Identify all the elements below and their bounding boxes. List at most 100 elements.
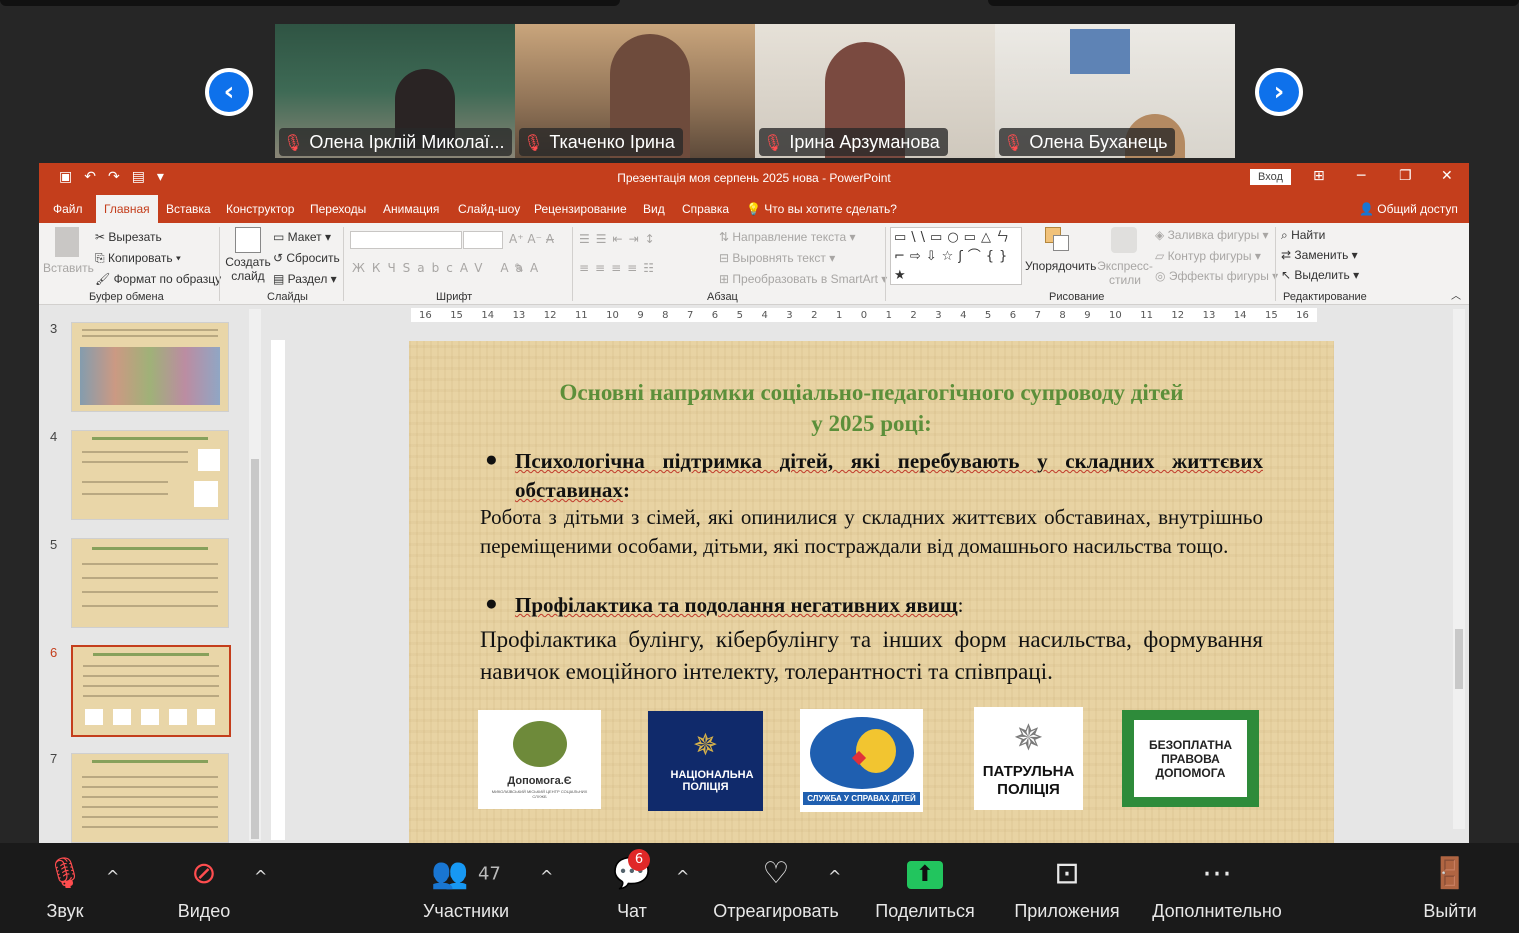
slide-thumbnail[interactable]	[71, 322, 229, 412]
select-label: Выделить	[1294, 268, 1350, 282]
thumb-text	[82, 816, 218, 818]
ruler-tick-label: 8	[662, 309, 669, 321]
replace-button[interactable]: ⇄ Заменить ▾	[1281, 248, 1358, 262]
prev-page-button[interactable]: ‹	[205, 68, 253, 116]
apps-button[interactable]: ⊡ Приложения	[1008, 853, 1126, 922]
slide-thumbnails-pane: 3 4 5 6 7	[39, 305, 263, 843]
slide-canvas[interactable]: Основні напрямки соціально-педагогічного…	[409, 341, 1334, 843]
video-options-caret[interactable]: ^	[254, 867, 267, 886]
video-tile[interactable]: 🎙 Ткаченко Ірина	[515, 24, 755, 158]
smartart-label: Преобразовать в SmartArt	[732, 272, 878, 286]
video-tile[interactable]: 🎙 Ірина Арзуманова	[755, 24, 995, 158]
cut-button[interactable]: ✂ Вырезать	[95, 230, 162, 244]
leave-button[interactable]: 🚪 Выйти	[1418, 853, 1482, 922]
more-button[interactable]: ⋯ Дополнительно	[1144, 853, 1290, 922]
patrol-star-icon: ✵	[1013, 717, 1044, 759]
chat-button[interactable]: 💬 6 Чат	[602, 849, 662, 922]
video-button[interactable]: ⊘ Видео	[168, 853, 240, 922]
shape-outline-button[interactable]: ▱ Контур фигуры ▾	[1155, 249, 1261, 263]
tab-insert[interactable]: Вставка	[166, 202, 211, 216]
font-size-buttons[interactable]: A⁺ A⁻ A̶	[509, 232, 554, 246]
audio-button[interactable]: 🎙 Звук	[32, 853, 98, 922]
font-format-buttons[interactable]: ЖКЧSabcAV Aa	[352, 261, 530, 275]
chat-options-caret[interactable]: ^	[676, 867, 689, 886]
react-button[interactable]: ♡ Отреагировать	[708, 853, 844, 922]
mic-muted-icon: 🎙	[45, 856, 85, 891]
thumb-number: 4	[50, 429, 58, 444]
tab-home[interactable]: Главная	[96, 195, 158, 225]
copy-button[interactable]: ⎘ Копировать ▾	[95, 251, 181, 266]
thumbnails-scrollbar[interactable]	[249, 309, 261, 841]
arrange-button[interactable]: Упорядочить	[1025, 259, 1096, 273]
tab-review[interactable]: Рецензирование	[534, 202, 627, 216]
format-painter-button[interactable]: 🖌 Формат по образцу	[95, 272, 221, 286]
align-buttons[interactable]: ≡≡≡≡☷	[579, 261, 660, 275]
bullet-1-suffix: :	[622, 478, 630, 502]
paste-button[interactable]: Вставить	[43, 261, 94, 275]
align-text-button[interactable]: ⊟ Выровнять текст ▾	[719, 251, 835, 265]
ribbon-tabs: Файл Главная Вставка Конструктор Переход…	[39, 193, 1469, 225]
video-tile[interactable]: 🎙 Олена Буханець	[995, 24, 1235, 158]
slide-thumbnail[interactable]	[71, 753, 229, 843]
tab-view[interactable]: Вид	[643, 202, 665, 216]
participants-button[interactable]: 👥 47 Участники	[414, 853, 518, 922]
thumb-text	[82, 826, 218, 828]
slide-thumbnail[interactable]	[71, 538, 229, 628]
close-icon[interactable]: ✕	[1441, 168, 1453, 184]
collapse-ribbon-icon[interactable]: ︿	[1451, 287, 1461, 302]
slide-thumbnail[interactable]	[71, 430, 229, 520]
scroll-thumb[interactable]	[251, 459, 259, 839]
top-bar-left	[0, 0, 620, 6]
share-button[interactable]: 👤 Общий доступ	[1359, 202, 1458, 216]
tab-transitions[interactable]: Переходы	[310, 202, 366, 216]
tab-file[interactable]: Файл	[53, 202, 83, 216]
reset-button[interactable]: ↺ Сбросить	[273, 251, 340, 265]
text-direction-button[interactable]: ⇅ Направление текста ▾	[719, 230, 856, 244]
new-slide-button[interactable]: Создать слайд	[225, 255, 271, 283]
react-options-caret[interactable]: ^	[828, 867, 841, 886]
restore-icon[interactable]: ❐	[1399, 168, 1412, 184]
heart-icon: ♡	[762, 856, 790, 891]
participants-options-caret[interactable]: ^	[540, 867, 553, 886]
smartart-button[interactable]: ⊞ Преобразовать в SmartArt ▾	[719, 272, 887, 286]
logo-children-text: СЛУЖБА У СПРАВАХ ДІТЕЙ	[803, 791, 920, 805]
thumb-text	[83, 685, 219, 687]
shapes-gallery[interactable]: ▭\\▭○▭△ㄣ⌐⇨⇩☆ʃ⌒{}★	[890, 227, 1022, 285]
scroll-thumb[interactable]	[1455, 629, 1463, 689]
slide-scrollbar[interactable]	[1453, 309, 1465, 829]
font-color-buttons[interactable]: ✎A	[514, 261, 544, 275]
top-bar-right	[988, 0, 1519, 6]
vertical-ruler	[271, 340, 285, 840]
tell-me-search[interactable]: 💡 Что вы хотите сделать?	[746, 202, 897, 216]
tab-design[interactable]: Конструктор	[226, 202, 294, 216]
shape-effects-button[interactable]: ◎ Эффекты фигуры ▾	[1155, 269, 1278, 283]
tab-animations[interactable]: Анимация	[383, 202, 439, 216]
next-page-button[interactable]: ›	[1255, 68, 1303, 116]
layout-button[interactable]: ▭ Макет ▾	[273, 230, 331, 244]
video-tile[interactable]: 🎙 Олена Ірклій Миколаї...	[275, 24, 515, 158]
logo-children-service: СЛУЖБА У СПРАВАХ ДІТЕЙ	[800, 709, 923, 812]
tab-slideshow[interactable]: Слайд-шоу	[458, 202, 520, 216]
ribbon-display-icon[interactable]: ⊞	[1313, 168, 1325, 184]
font-name-dropdown[interactable]	[350, 231, 462, 249]
chat-badge: 6	[628, 849, 650, 871]
font-size-dropdown[interactable]	[463, 231, 503, 249]
shape-fill-button[interactable]: ◈ Заливка фигуры ▾	[1155, 228, 1269, 242]
audio-options-caret[interactable]: ^	[106, 867, 119, 886]
tab-help[interactable]: Справка	[682, 202, 729, 216]
logo-dopomoga: Допомога.Є МИКОЛАЇВСЬКИЙ МІСЬКИЙ ЦЕНТР С…	[478, 710, 601, 809]
share-screen-button[interactable]: ⬆ Поделиться	[872, 853, 978, 922]
quick-styles-button[interactable]: Экспресс-стили	[1097, 259, 1153, 287]
slide-thumbnail-selected[interactable]	[71, 645, 231, 737]
separator	[885, 227, 886, 301]
login-button[interactable]: Вход	[1250, 169, 1291, 185]
section-button[interactable]: ▤ Раздел ▾	[273, 272, 337, 286]
thumb-text	[82, 776, 218, 778]
tell-me-label: Что вы хотите сделать?	[764, 202, 897, 216]
select-button[interactable]: ↖ Выделить ▾	[1281, 268, 1359, 282]
minimize-icon[interactable]: ─	[1357, 168, 1365, 184]
list-buttons[interactable]: ☰☰⇤⇥↕	[579, 232, 661, 246]
ruler-tick-label: 14	[481, 309, 495, 321]
thumb-text	[83, 665, 219, 667]
find-button[interactable]: ⌕ Найти	[1281, 228, 1325, 243]
